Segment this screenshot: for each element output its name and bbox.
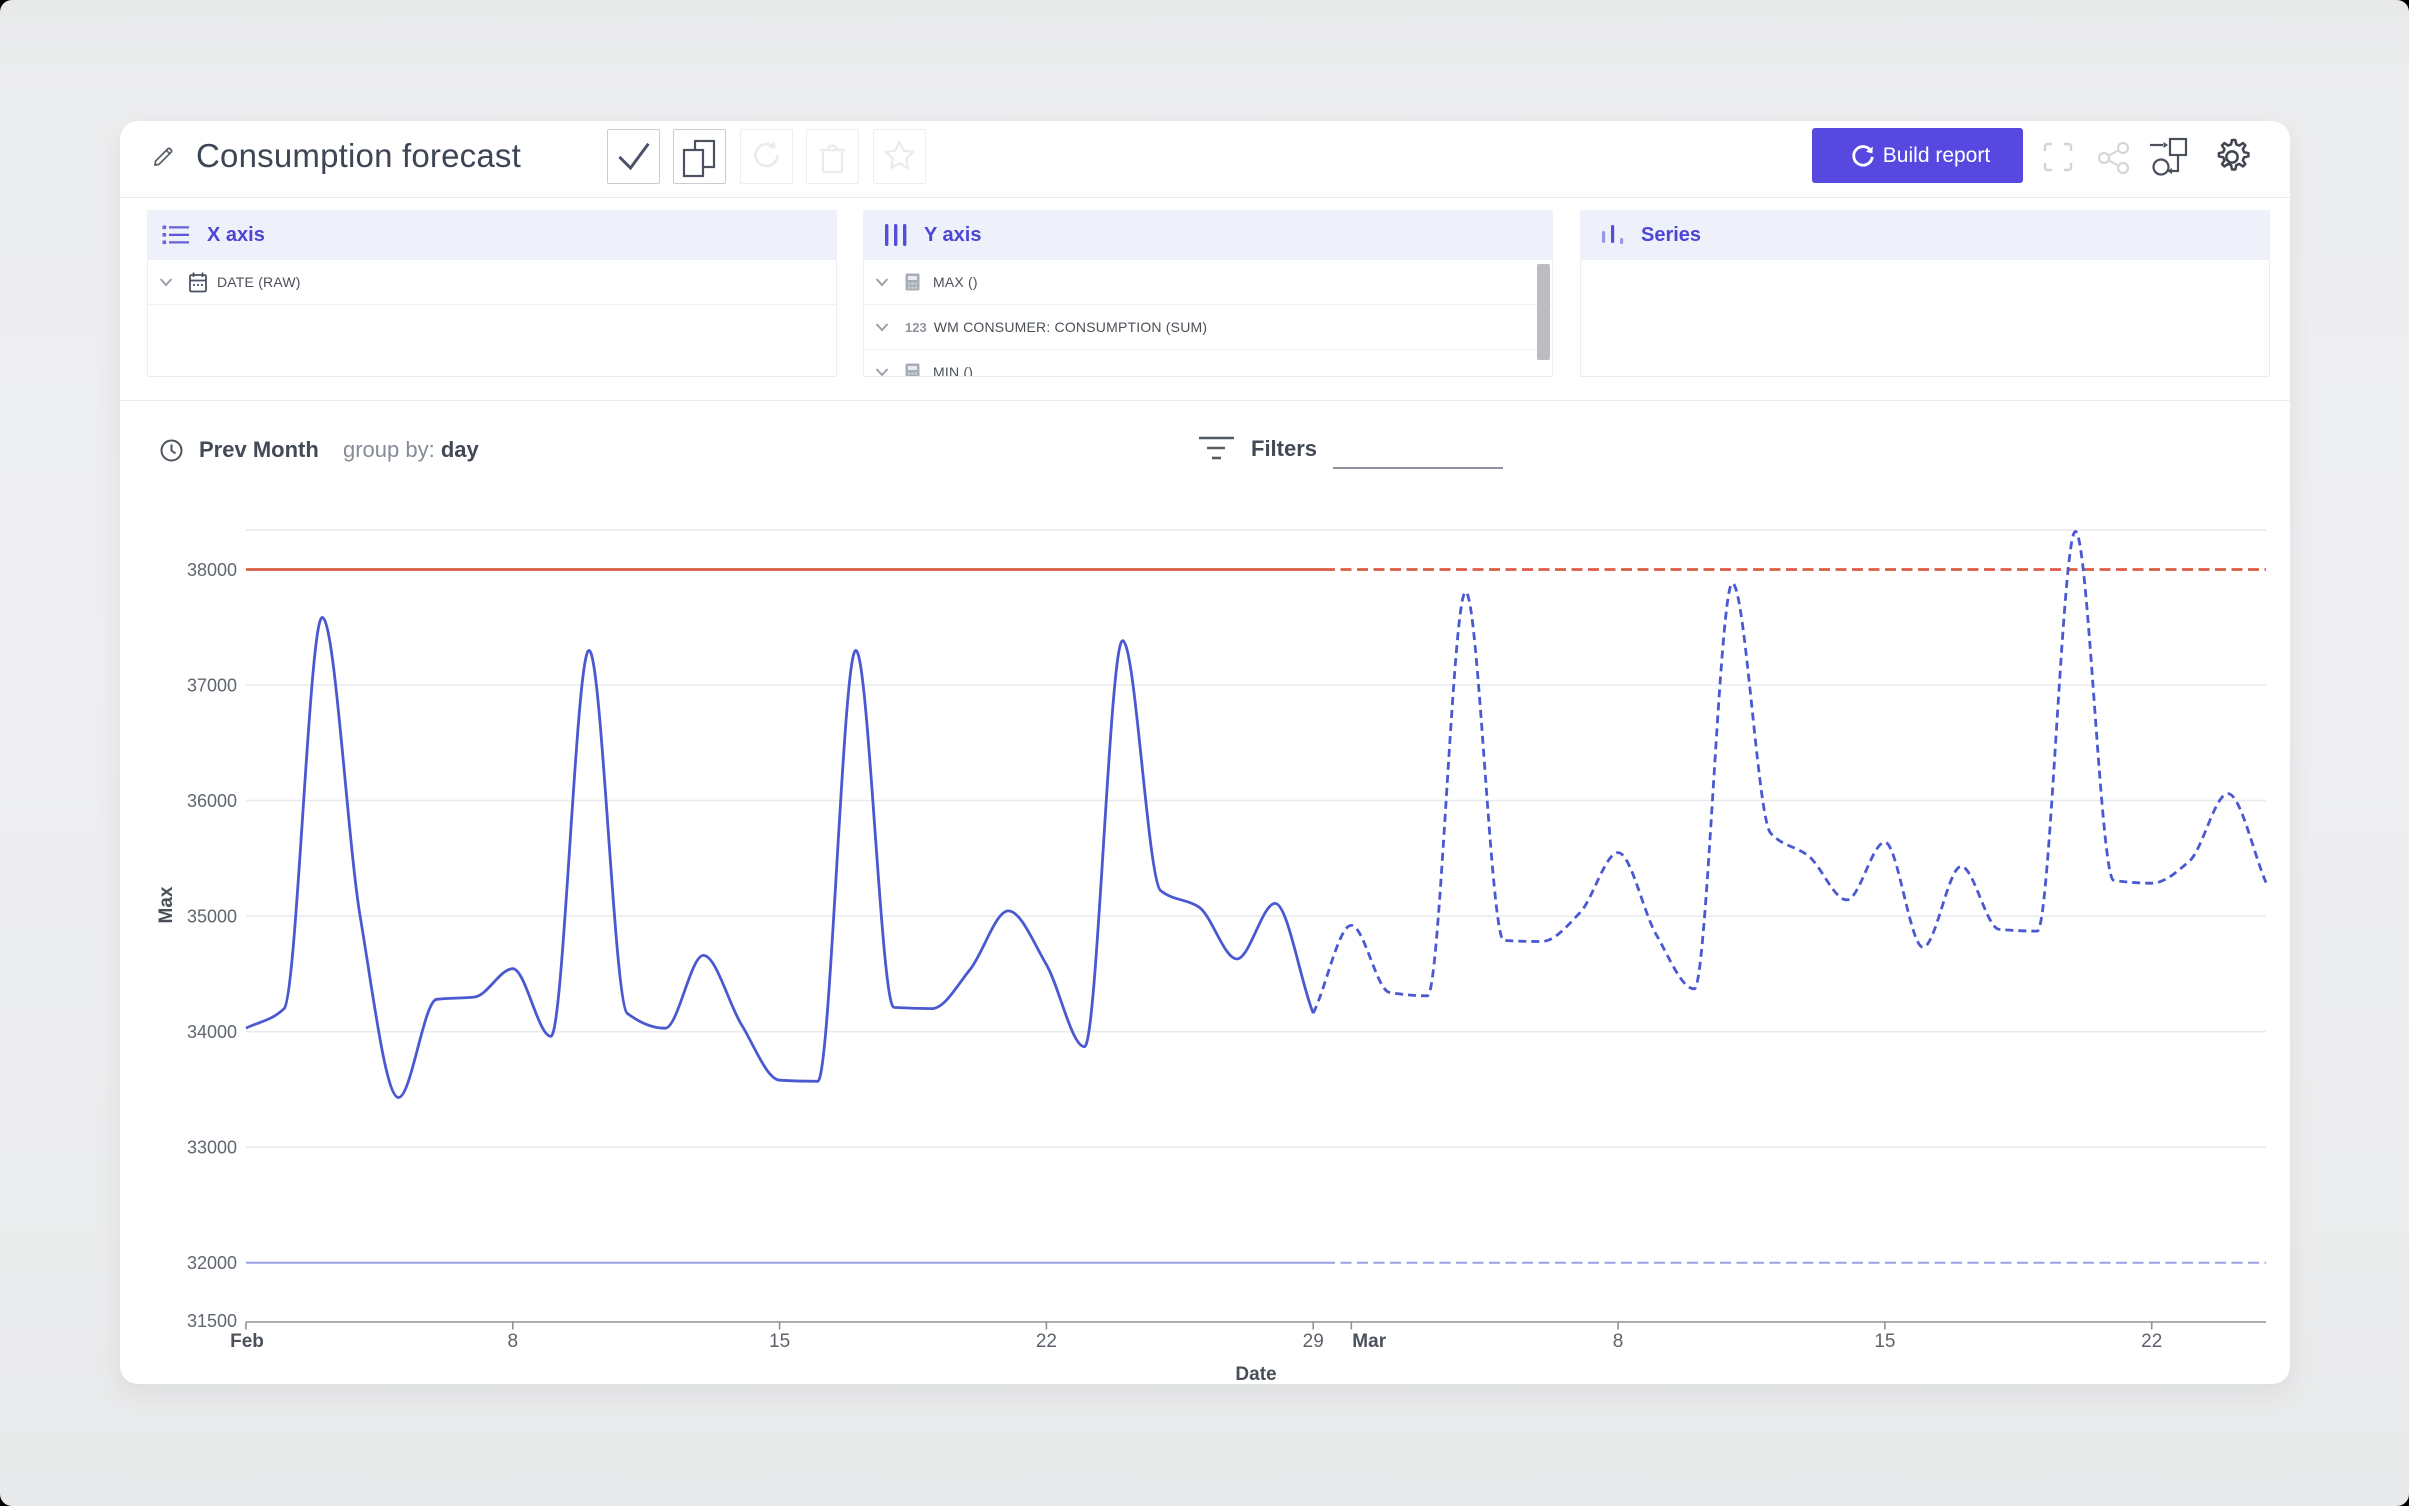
svg-text:22: 22 xyxy=(2141,1331,2162,1352)
svg-text:22: 22 xyxy=(1036,1331,1057,1352)
svg-text:Date: Date xyxy=(1235,1364,1276,1385)
svg-text:35000: 35000 xyxy=(187,907,237,927)
svg-text:15: 15 xyxy=(1874,1331,1895,1352)
svg-text:Max: Max xyxy=(156,886,177,923)
svg-text:8: 8 xyxy=(508,1331,519,1352)
svg-text:36000: 36000 xyxy=(187,791,237,811)
svg-text:34000: 34000 xyxy=(187,1022,237,1042)
svg-text:Mar: Mar xyxy=(1352,1331,1386,1352)
svg-text:31500: 31500 xyxy=(187,1311,237,1331)
svg-text:Feb: Feb xyxy=(230,1331,264,1352)
svg-text:32000: 32000 xyxy=(187,1253,237,1273)
svg-text:38000: 38000 xyxy=(187,560,237,580)
svg-text:8: 8 xyxy=(1613,1331,1624,1352)
svg-text:29: 29 xyxy=(1303,1331,1324,1352)
svg-text:37000: 37000 xyxy=(187,676,237,696)
svg-text:15: 15 xyxy=(769,1331,790,1352)
svg-text:33000: 33000 xyxy=(187,1138,237,1158)
